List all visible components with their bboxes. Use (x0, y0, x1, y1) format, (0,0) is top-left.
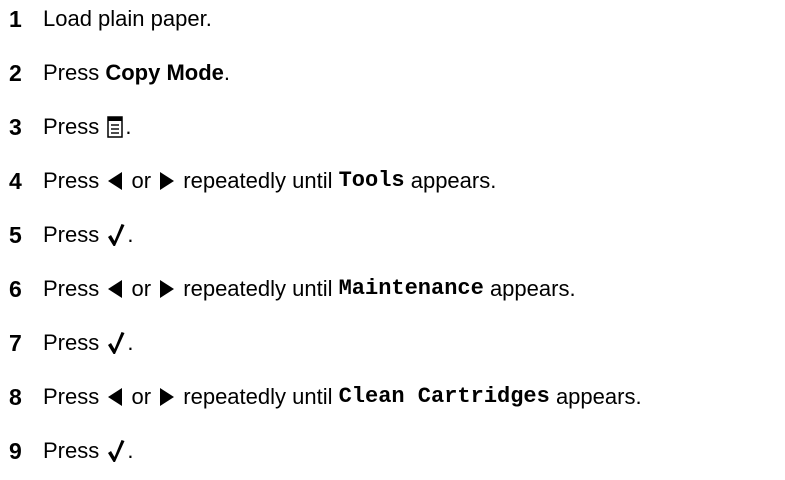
step-number: 4 (9, 167, 22, 194)
step-number: 6 (9, 275, 22, 302)
step-text: Press (43, 60, 106, 85)
step-number: 9 (9, 437, 22, 464)
menu-icon (107, 116, 124, 138)
step-text: Press (43, 438, 106, 463)
display-text: Tools (338, 168, 405, 193)
step-text: or (125, 276, 158, 301)
step-text: Load plain paper. (43, 6, 212, 31)
step-text: appears. (549, 384, 642, 409)
step-1: 1 Load plain paper. (0, 2, 212, 36)
step-text: . (127, 438, 134, 463)
step-number: 8 (9, 383, 22, 410)
display-text: Clean Cartridges (338, 384, 550, 409)
step-text: Press (43, 384, 106, 409)
step-3: 3 Press . (0, 110, 131, 144)
step-5: 5 Press . (0, 218, 133, 252)
step-text: . (223, 60, 231, 85)
step-number: 7 (9, 329, 22, 356)
step-9: 9 Press . (0, 434, 133, 468)
left-arrow-icon (107, 386, 123, 408)
step-text: Press (43, 114, 106, 139)
step-text: Press (43, 168, 106, 193)
step-number: 5 (9, 221, 22, 248)
step-2: 2 Press Copy Mode. (0, 56, 230, 90)
step-number: 3 (9, 113, 22, 140)
step-text: . (127, 330, 134, 355)
checkmark-icon (107, 223, 125, 247)
left-arrow-icon (107, 278, 123, 300)
step-text: repeatedly until (177, 276, 339, 301)
step-number: 1 (9, 5, 22, 32)
step-4: 4 Press or repeatedly until Tools appears… (0, 164, 496, 198)
right-arrow-icon (159, 278, 175, 300)
step-text: or (125, 168, 158, 193)
step-text: repeatedly until (177, 384, 339, 409)
step-6: 6 Press or repeatedly until Maintenance a… (0, 272, 576, 306)
step-text: repeatedly until (177, 168, 339, 193)
button-name: Copy Mode (105, 60, 224, 85)
step-8: 8 Press or repeatedly until Clean Cartrid… (0, 380, 642, 414)
display-text: Maintenance (338, 276, 484, 301)
checkmark-icon (107, 331, 125, 355)
step-7: 7 Press . (0, 326, 133, 360)
left-arrow-icon (107, 170, 123, 192)
checkmark-icon (107, 439, 125, 463)
right-arrow-icon (159, 170, 175, 192)
step-text: or (125, 384, 158, 409)
step-number: 2 (9, 59, 22, 86)
step-text: . (127, 222, 134, 247)
step-text: Press (43, 222, 106, 247)
step-text: Press (43, 276, 106, 301)
step-text: appears. (404, 168, 497, 193)
right-arrow-icon (159, 386, 175, 408)
step-text: Press (43, 330, 106, 355)
step-text: . (125, 114, 132, 139)
step-text: appears. (483, 276, 576, 301)
